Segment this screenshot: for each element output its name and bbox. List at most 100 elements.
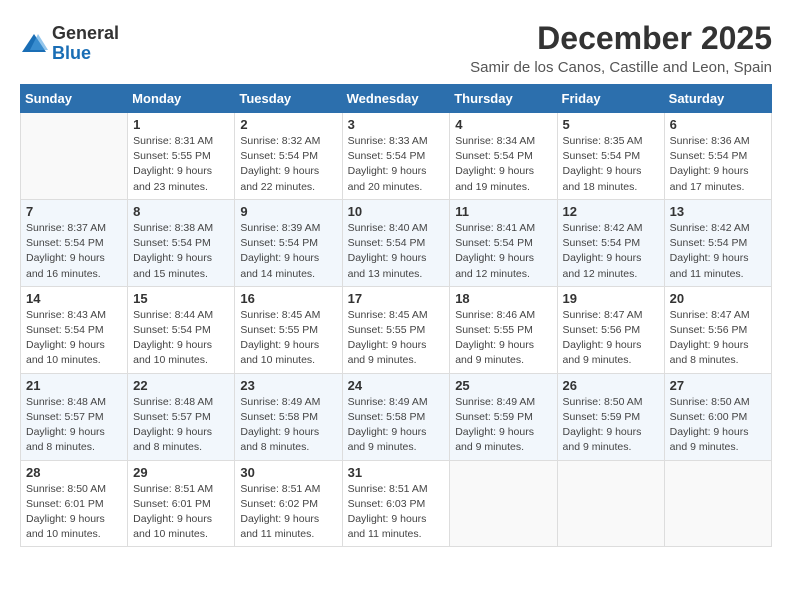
day-info: Sunrise: 8:49 AMSunset: 5:58 PMDaylight:… (240, 395, 336, 456)
day-info: Sunrise: 8:45 AMSunset: 5:55 PMDaylight:… (348, 308, 445, 369)
day-number: 20 (670, 291, 766, 306)
day-info: Sunrise: 8:43 AMSunset: 5:54 PMDaylight:… (26, 308, 122, 369)
title-area: December 2025 Samir de los Canos, Castil… (470, 20, 772, 76)
day-number: 11 (455, 204, 551, 219)
day-info: Sunrise: 8:41 AMSunset: 5:54 PMDaylight:… (455, 221, 551, 282)
day-number: 3 (348, 117, 445, 132)
calendar-cell: 19Sunrise: 8:47 AMSunset: 5:56 PMDayligh… (557, 286, 664, 373)
day-info: Sunrise: 8:38 AMSunset: 5:54 PMDaylight:… (133, 221, 229, 282)
calendar-cell: 4Sunrise: 8:34 AMSunset: 5:54 PMDaylight… (450, 113, 557, 200)
day-number: 8 (133, 204, 229, 219)
calendar-cell: 21Sunrise: 8:48 AMSunset: 5:57 PMDayligh… (21, 373, 128, 460)
day-number: 18 (455, 291, 551, 306)
calendar-header-tuesday: Tuesday (235, 85, 342, 113)
calendar-week-row: 28 Sunrise: 8:50 AMSunset: 6:01 PMDayligh… (21, 460, 772, 547)
calendar-header-thursday: Thursday (450, 85, 557, 113)
calendar-header-wednesday: Wednesday (342, 85, 450, 113)
day-number: 27 (670, 378, 766, 393)
calendar-cell: 12 Sunrise: 8:42 AMSunset: 5:54 PMDayligh… (557, 199, 664, 286)
day-info: Sunrise: 8:48 AMSunset: 5:57 PMDaylight:… (133, 395, 229, 456)
day-info: Sunrise: 8:50 AMSunset: 6:00 PMDaylight:… (670, 395, 766, 456)
calendar-cell: 29 Sunrise: 8:51 AMSunset: 6:01 PMDayligh… (128, 460, 235, 547)
day-number: 21 (26, 378, 122, 393)
day-number: 5 (563, 117, 659, 132)
logo-text: General Blue (52, 24, 119, 64)
day-info: Sunrise: 8:42 AMSunset: 5:54 PMDaylight:… (670, 221, 766, 282)
day-number: 9 (240, 204, 336, 219)
day-number: 29 (133, 465, 229, 480)
day-number: 16 (240, 291, 336, 306)
day-number: 2 (240, 117, 336, 132)
calendar-cell: 11 Sunrise: 8:41 AMSunset: 5:54 PMDayligh… (450, 199, 557, 286)
calendar-cell: 26Sunrise: 8:50 AMSunset: 5:59 PMDayligh… (557, 373, 664, 460)
calendar-header-row: SundayMondayTuesdayWednesdayThursdayFrid… (21, 85, 772, 113)
day-number: 1 (133, 117, 229, 132)
day-number: 13 (670, 204, 766, 219)
day-info: Sunrise: 8:51 AMSunset: 6:02 PMDaylight:… (240, 482, 336, 543)
day-info: Sunrise: 8:40 AMSunset: 5:54 PMDaylight:… (348, 221, 445, 282)
calendar-cell: 25 Sunrise: 8:49 AMSunset: 5:59 PMDayligh… (450, 373, 557, 460)
day-info: Sunrise: 8:44 AMSunset: 5:54 PMDaylight:… (133, 308, 229, 369)
logo-icon (20, 30, 48, 58)
calendar-cell: 16 Sunrise: 8:45 AMSunset: 5:55 PMDayligh… (235, 286, 342, 373)
day-info: Sunrise: 8:50 AMSunset: 5:59 PMDaylight:… (563, 395, 659, 456)
month-title: December 2025 (470, 20, 772, 57)
day-number: 12 (563, 204, 659, 219)
calendar-cell (450, 460, 557, 547)
day-info: Sunrise: 8:35 AMSunset: 5:54 PMDaylight:… (563, 134, 659, 195)
calendar-cell: 8 Sunrise: 8:38 AMSunset: 5:54 PMDaylight… (128, 199, 235, 286)
calendar-cell: 5 Sunrise: 8:35 AMSunset: 5:54 PMDaylight… (557, 113, 664, 200)
day-number: 7 (26, 204, 122, 219)
logo: General Blue (20, 24, 119, 64)
calendar-cell: 2 Sunrise: 8:32 AMSunset: 5:54 PMDaylight… (235, 113, 342, 200)
calendar-cell: 30 Sunrise: 8:51 AMSunset: 6:02 PMDayligh… (235, 460, 342, 547)
day-info: Sunrise: 8:51 AMSunset: 6:01 PMDaylight:… (133, 482, 229, 543)
day-info: Sunrise: 8:39 AMSunset: 5:54 PMDaylight:… (240, 221, 336, 282)
calendar-cell: 24 Sunrise: 8:49 AMSunset: 5:58 PMDayligh… (342, 373, 450, 460)
day-info: Sunrise: 8:51 AMSunset: 6:03 PMDaylight:… (348, 482, 445, 543)
day-number: 4 (455, 117, 551, 132)
day-info: Sunrise: 8:47 AMSunset: 5:56 PMDaylight:… (563, 308, 659, 369)
day-info: Sunrise: 8:37 AMSunset: 5:54 PMDaylight:… (26, 221, 122, 282)
calendar-header-monday: Monday (128, 85, 235, 113)
day-number: 24 (348, 378, 445, 393)
location-subtitle: Samir de los Canos, Castille and Leon, S… (470, 59, 772, 76)
day-info: Sunrise: 8:49 AMSunset: 5:59 PMDaylight:… (455, 395, 551, 456)
day-number: 31 (348, 465, 445, 480)
day-number: 23 (240, 378, 336, 393)
day-info: Sunrise: 8:36 AMSunset: 5:54 PMDaylight:… (670, 134, 766, 195)
calendar-cell: 6 Sunrise: 8:36 AMSunset: 5:54 PMDaylight… (664, 113, 771, 200)
day-number: 22 (133, 378, 229, 393)
calendar-week-row: 1 Sunrise: 8:31 AMSunset: 5:55 PMDaylight… (21, 113, 772, 200)
calendar-cell: 7 Sunrise: 8:37 AMSunset: 5:54 PMDaylight… (21, 199, 128, 286)
calendar-week-row: 14Sunrise: 8:43 AMSunset: 5:54 PMDayligh… (21, 286, 772, 373)
calendar-cell: 31 Sunrise: 8:51 AMSunset: 6:03 PMDayligh… (342, 460, 450, 547)
calendar-cell (557, 460, 664, 547)
day-number: 28 (26, 465, 122, 480)
day-info: Sunrise: 8:42 AMSunset: 5:54 PMDaylight:… (563, 221, 659, 282)
day-number: 15 (133, 291, 229, 306)
calendar-cell: 3 Sunrise: 8:33 AMSunset: 5:54 PMDaylight… (342, 113, 450, 200)
calendar-cell: 9 Sunrise: 8:39 AMSunset: 5:54 PMDaylight… (235, 199, 342, 286)
day-number: 25 (455, 378, 551, 393)
day-info: Sunrise: 8:31 AMSunset: 5:55 PMDaylight:… (133, 134, 229, 195)
calendar-header-friday: Friday (557, 85, 664, 113)
day-number: 17 (348, 291, 445, 306)
day-info: Sunrise: 8:49 AMSunset: 5:58 PMDaylight:… (348, 395, 445, 456)
day-info: Sunrise: 8:50 AMSunset: 6:01 PMDaylight:… (26, 482, 122, 543)
calendar-cell: 22 Sunrise: 8:48 AMSunset: 5:57 PMDayligh… (128, 373, 235, 460)
calendar-cell: 10Sunrise: 8:40 AMSunset: 5:54 PMDayligh… (342, 199, 450, 286)
calendar-cell: 20 Sunrise: 8:47 AMSunset: 5:56 PMDayligh… (664, 286, 771, 373)
day-info: Sunrise: 8:33 AMSunset: 5:54 PMDaylight:… (348, 134, 445, 195)
day-info: Sunrise: 8:47 AMSunset: 5:56 PMDaylight:… (670, 308, 766, 369)
calendar-header-sunday: Sunday (21, 85, 128, 113)
calendar-cell: 18Sunrise: 8:46 AMSunset: 5:55 PMDayligh… (450, 286, 557, 373)
logo-general-text: General (52, 24, 119, 44)
calendar-cell: 27 Sunrise: 8:50 AMSunset: 6:00 PMDayligh… (664, 373, 771, 460)
calendar-cell: 17 Sunrise: 8:45 AMSunset: 5:55 PMDayligh… (342, 286, 450, 373)
day-info: Sunrise: 8:45 AMSunset: 5:55 PMDaylight:… (240, 308, 336, 369)
day-number: 6 (670, 117, 766, 132)
logo-blue-text: Blue (52, 44, 119, 64)
day-info: Sunrise: 8:32 AMSunset: 5:54 PMDaylight:… (240, 134, 336, 195)
day-number: 30 (240, 465, 336, 480)
